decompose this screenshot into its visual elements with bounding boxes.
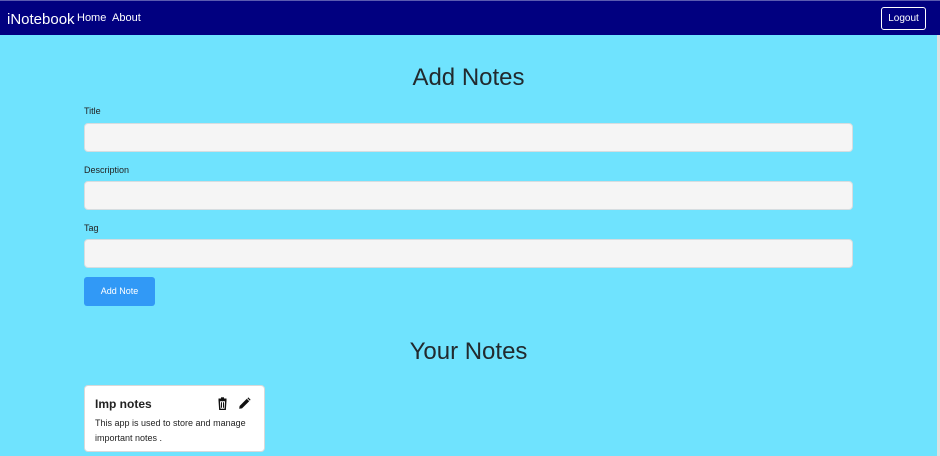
title-label: Title bbox=[84, 106, 101, 116]
logout-button[interactable]: Logout bbox=[881, 7, 926, 30]
tag-label: Tag bbox=[84, 223, 99, 233]
pencil-icon[interactable] bbox=[238, 397, 251, 410]
note-card: Imp notes This app is used to store and … bbox=[84, 385, 265, 452]
trash-icon[interactable] bbox=[216, 397, 229, 411]
note-description: This app is used to store and manage imp… bbox=[95, 418, 246, 443]
your-notes-heading: Your Notes bbox=[409, 338, 528, 365]
title-input[interactable] bbox=[84, 123, 853, 152]
navbar: iNotebook Home About Logout bbox=[0, 0, 940, 35]
nav-about-link[interactable]: About bbox=[112, 12, 141, 24]
add-notes-heading: Add Notes bbox=[412, 64, 525, 91]
add-note-button[interactable]: Add Note bbox=[84, 277, 155, 306]
description-label: Description bbox=[84, 165, 130, 175]
description-input[interactable] bbox=[84, 181, 853, 210]
brand-logo[interactable]: iNotebook bbox=[7, 11, 75, 28]
tag-input[interactable] bbox=[84, 239, 853, 268]
note-title: Imp notes bbox=[95, 397, 152, 411]
nav-home-link[interactable]: Home bbox=[77, 12, 106, 24]
